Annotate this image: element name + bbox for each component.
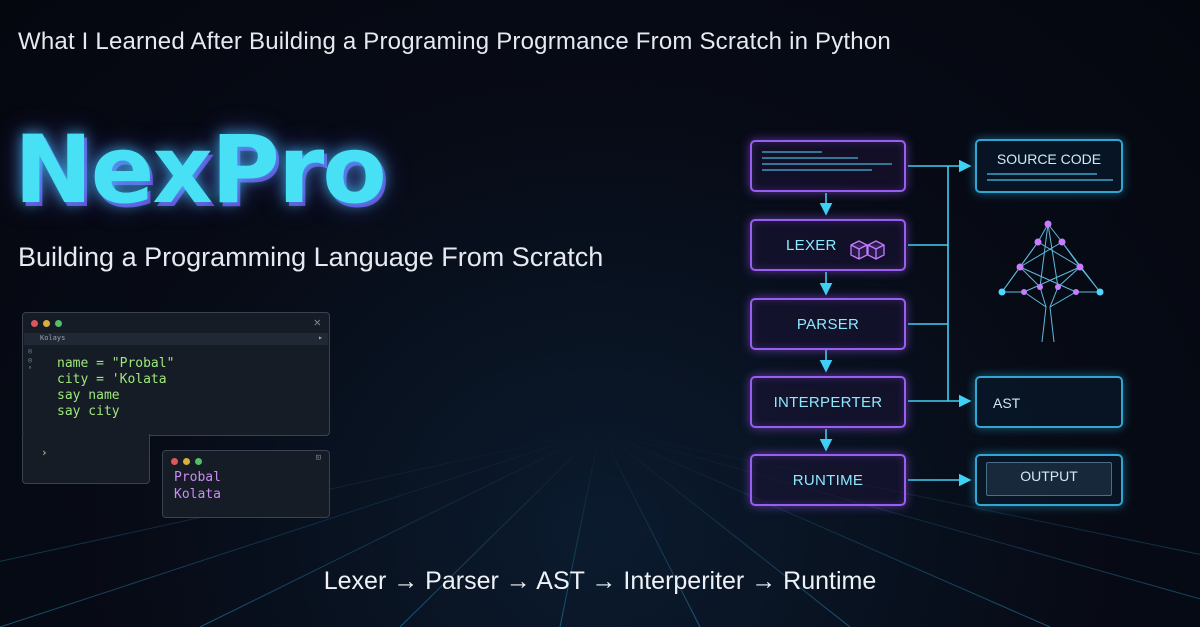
source-code-stage [750, 140, 906, 192]
gutter-marker: ⁶ [28, 365, 33, 373]
code-lines-icon [762, 151, 892, 171]
editor-tab-label[interactable]: Kolays [40, 334, 65, 342]
cube-icon [850, 240, 885, 260]
output-box: OUTPUT [975, 454, 1123, 506]
ast-box: AST [975, 376, 1123, 428]
close-dot[interactable] [171, 458, 178, 465]
code-lines-icon [987, 173, 1113, 181]
maximize-dot[interactable] [55, 320, 62, 327]
restore-icon[interactable]: ⊡ [316, 453, 321, 463]
prompt-caret: › [41, 446, 48, 459]
editor-gutter: ◎ ◎ ⁶ [28, 347, 32, 374]
brand-logo: NexPro [14, 116, 387, 225]
tree-network-icon [998, 220, 1104, 343]
minimize-dot[interactable] [183, 458, 190, 465]
source-code-box: SOURCE CODE [975, 139, 1123, 193]
page-title: What I Learned After Building a Programi… [18, 28, 891, 55]
program-output: Probal Kolata [174, 470, 221, 502]
code-editor-extension: › [22, 434, 150, 484]
parser-stage: PARSER [750, 298, 906, 350]
editor-tab-bar: Kolays ▸ [24, 333, 328, 345]
output-panel: OUTPUT [986, 462, 1112, 496]
chevron-right-icon[interactable]: ▸ [318, 333, 323, 342]
interpreter-stage: INTERPERTER [750, 376, 906, 428]
page-subtitle: Building a Programming Language From Scr… [18, 242, 604, 272]
source-code[interactable]: name = "Probal" city = 'Kolata say name … [57, 356, 174, 420]
code-editor-window: ✕ Kolays ▸ ◎ ◎ ⁶ name = "Probal" city = … [22, 312, 330, 444]
gutter-marker: ◎ [28, 356, 33, 364]
close-dot[interactable] [31, 320, 38, 327]
maximize-dot[interactable] [195, 458, 202, 465]
minimize-dot[interactable] [43, 320, 50, 327]
output-window: ⊡ Probal Kolata [162, 450, 330, 518]
ast-label: AST [993, 395, 1021, 411]
source-code-label: SOURCE CODE [996, 151, 1102, 167]
output-label: OUTPUT [1020, 468, 1078, 484]
close-icon[interactable]: ✕ [314, 315, 321, 329]
runtime-stage: RUNTIME [750, 454, 906, 506]
window-controls [31, 320, 62, 327]
window-controls [171, 458, 202, 465]
gutter-marker: ◎ [28, 347, 33, 355]
pipeline-caption: Lexer → Parser → AST → Interperiter → Ru… [323, 567, 877, 595]
